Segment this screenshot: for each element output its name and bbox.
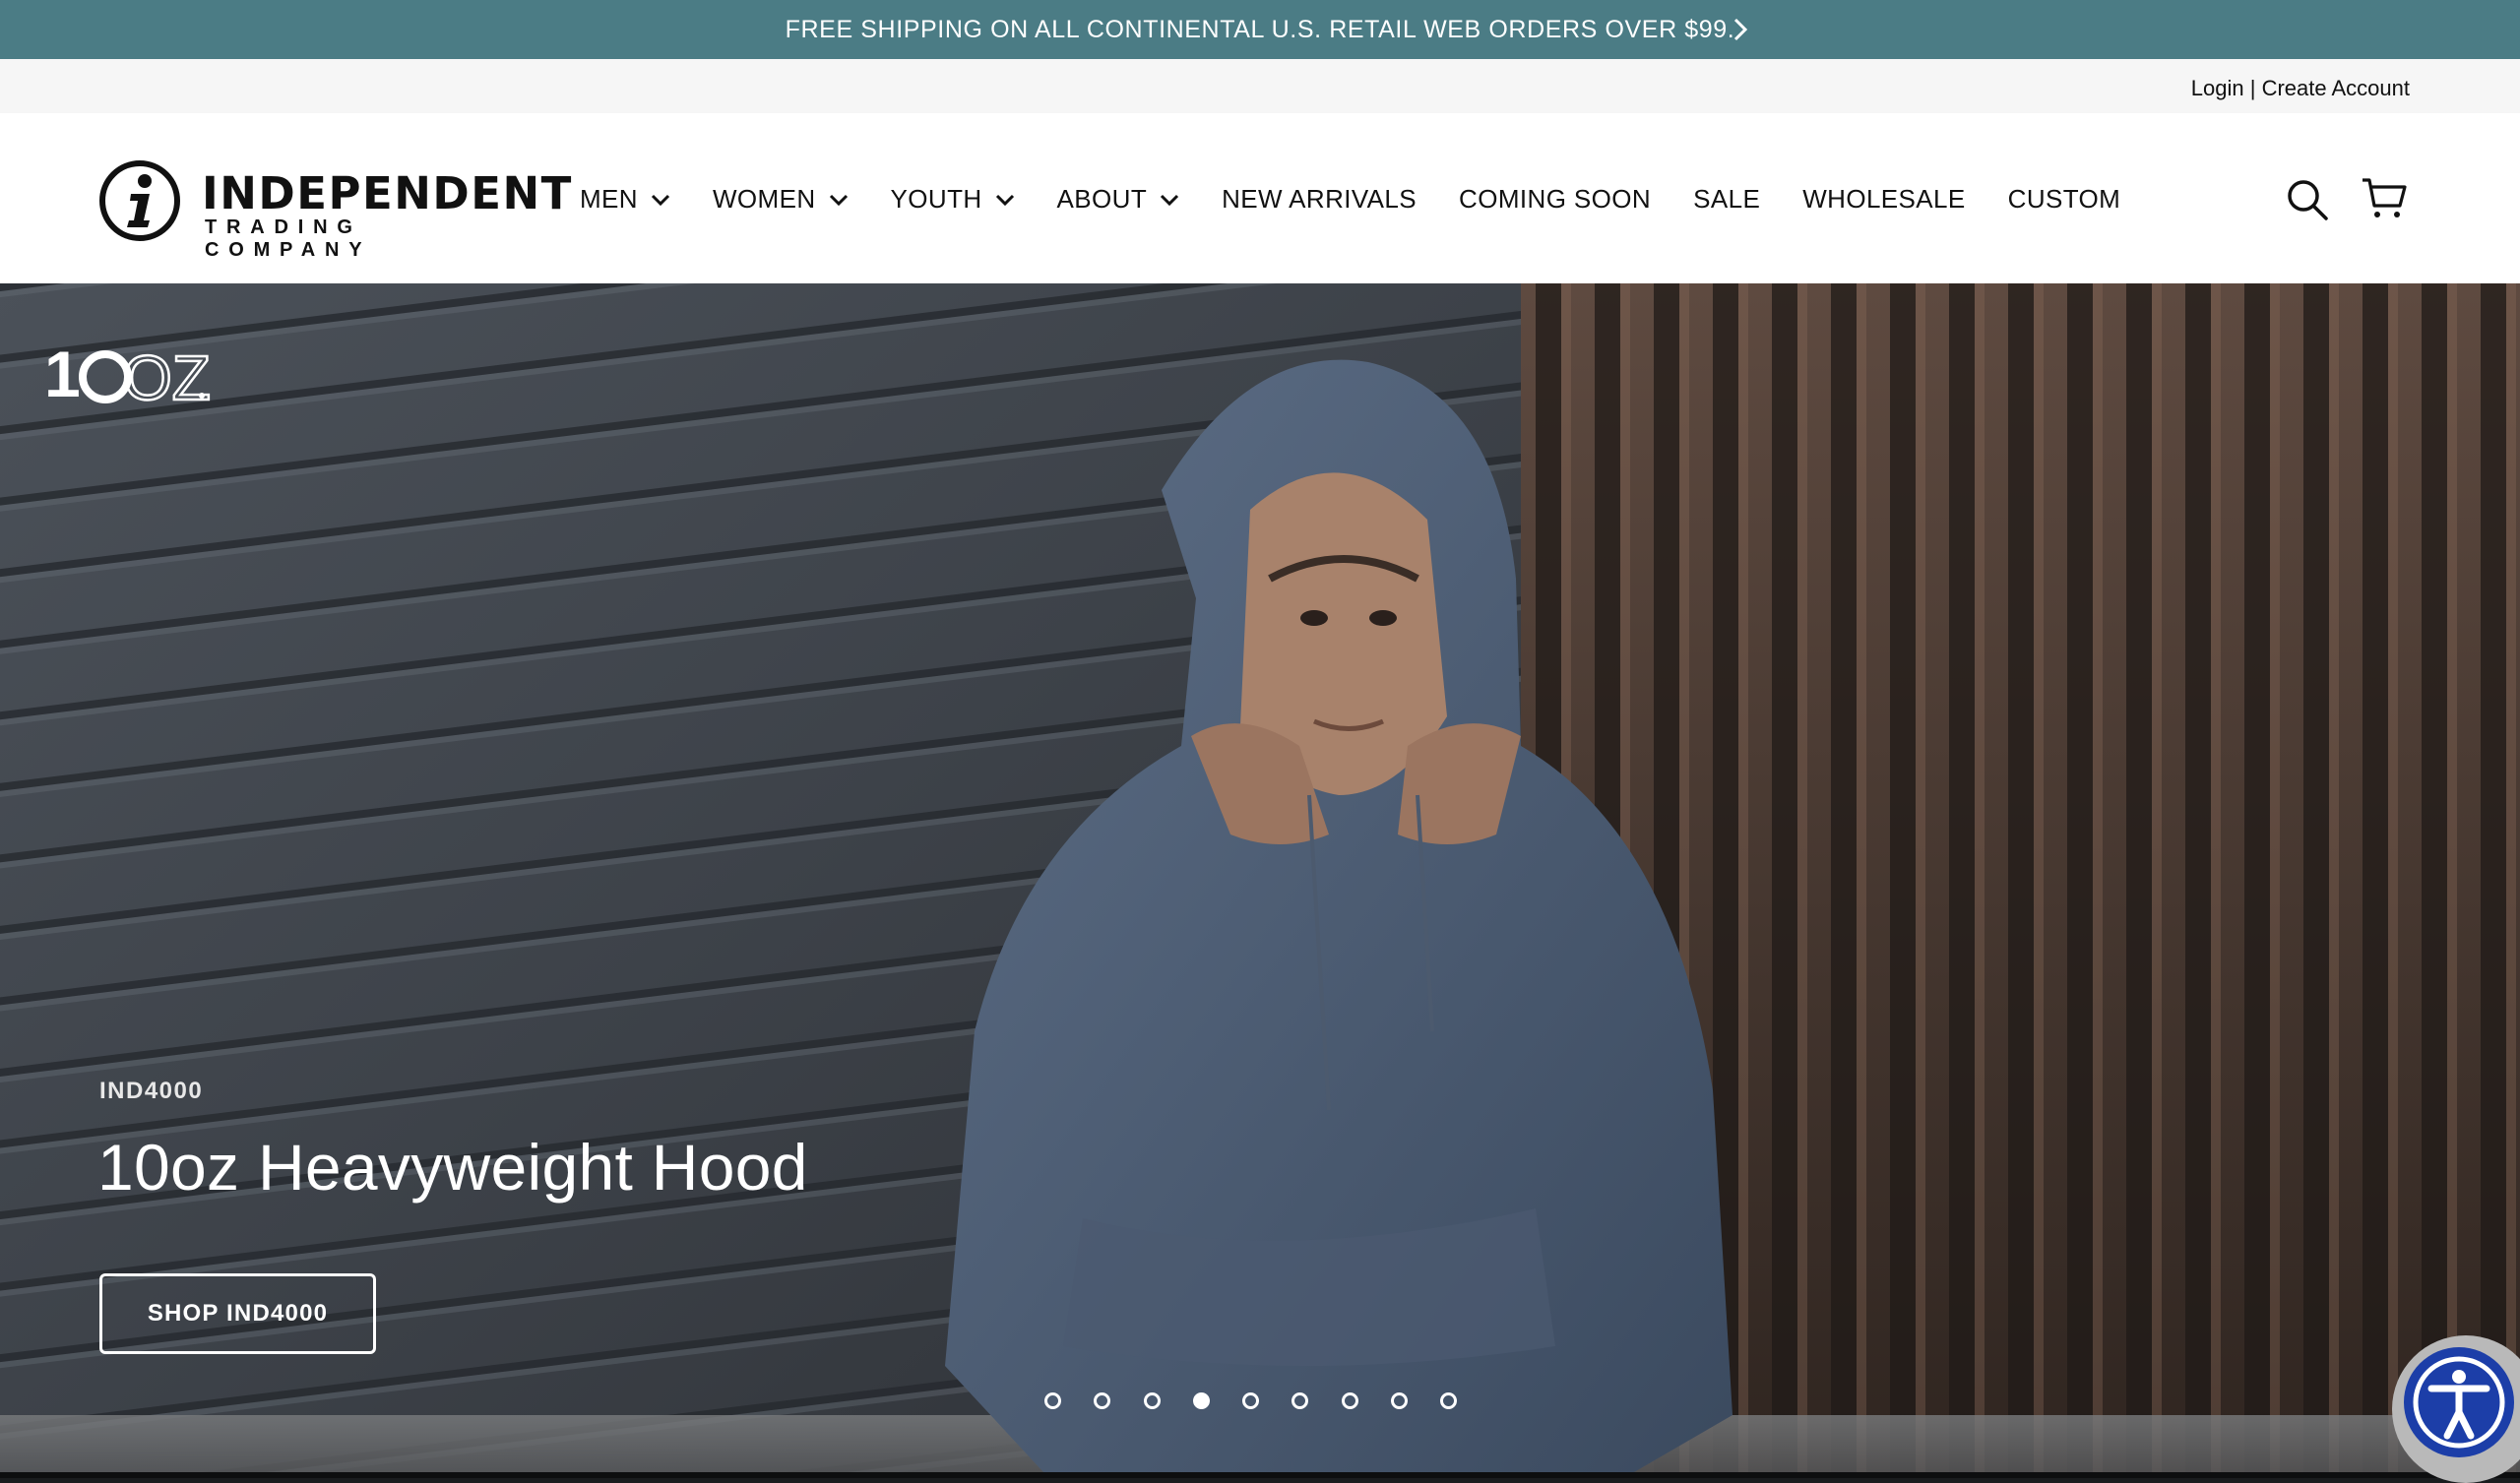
hero-background-image [0,283,2520,1472]
slide-dot-8[interactable] [1391,1392,1409,1409]
nav-men[interactable]: MEN [580,184,670,215]
search-icon[interactable] [2286,178,2329,221]
utility-bar: Login | Create Account [0,59,2520,113]
nav-new-arrivals[interactable]: NEW ARRIVALS [1222,184,1417,215]
cart-icon[interactable] [2361,176,2408,219]
chevron-down-icon [1161,194,1179,206]
nav-custom-label: CUSTOM [2007,184,2121,214]
10oz-badge: 1 OZ [44,342,212,411]
announcement-bar: FREE SHIPPING ON ALL CONTINENTAL U.S. RE… [0,0,2520,59]
chevron-right-icon[interactable] [1731,15,1750,44]
nav-about-label: ABOUT [1056,184,1148,214]
brand-logo[interactable]: INDEPENDENT TRADING COMPANY [98,159,571,261]
chevron-down-icon [651,194,670,206]
account-separator: | [2243,76,2262,100]
slide-dot-3[interactable] [1143,1392,1161,1409]
chevron-down-icon [995,194,1014,206]
slide-dot-6[interactable] [1292,1392,1309,1409]
hero-bottom-edge [0,1472,2520,1478]
nav-youth[interactable]: YOUTH [891,184,1015,215]
nav-women-label: WOMEN [712,184,816,214]
info-i-logo [99,160,180,241]
login-link[interactable]: Login [2191,76,2244,100]
nav-about[interactable]: ABOUT [1057,184,1180,215]
slide-dot-4[interactable] [1192,1392,1210,1409]
nav-sale-label: SALE [1693,184,1761,214]
slide-dots [1044,1392,1490,1409]
nav-custom[interactable]: CUSTOM [2008,184,2121,215]
svg-text:1: 1 [44,342,81,410]
nav-coming-soon[interactable]: COMING SOON [1459,184,1651,215]
shop-cta-button[interactable]: SHOP IND4000 [99,1273,376,1354]
nav-sale[interactable]: SALE [1693,184,1760,215]
brand-name-line1: INDEPENDENT [202,167,573,219]
slide-dot-5[interactable] [1242,1392,1260,1409]
announcement-text[interactable]: FREE SHIPPING ON ALL CONTINENTAL U.S. RE… [786,16,1735,44]
site-header: INDEPENDENT TRADING COMPANY MEN WOMEN YO… [0,113,2520,283]
nav-wholesale[interactable]: WHOLESALE [1802,184,1965,215]
svg-text:OZ: OZ [123,342,211,411]
slide-dot-1[interactable] [1044,1392,1061,1409]
nav-youth-label: YOUTH [890,184,982,214]
accessibility-icon [2404,1347,2514,1457]
nav-coming-soon-label: COMING SOON [1459,184,1652,214]
create-account-link[interactable]: Create Account [2262,76,2410,100]
slide-dot-2[interactable] [1094,1392,1111,1409]
chevron-down-icon [829,194,848,206]
nav-new-arrivals-label: NEW ARRIVALS [1222,184,1418,214]
nav-wholesale-label: WHOLESALE [1802,184,1966,214]
brand-name-line2: TRADING COMPANY [205,216,372,261]
account-links: Login | Create Account [2191,76,2410,101]
main-nav: MEN WOMEN YOUTH ABOUT NEW ARRIVALS COMIN… [580,184,2163,215]
slide-dot-9[interactable] [1440,1392,1458,1409]
accessibility-button[interactable] [2392,1335,2520,1483]
hero-eyebrow: IND4000 [99,1078,204,1104]
nav-women[interactable]: WOMEN [713,184,849,215]
slide-dot-7[interactable] [1341,1392,1358,1409]
nav-men-label: MEN [580,184,638,214]
hero-title: 10oz Heavyweight Hood [97,1131,808,1204]
hero-slider: 1 OZ IND4000 10oz Heavyweight Hood SHOP … [0,283,2520,1472]
